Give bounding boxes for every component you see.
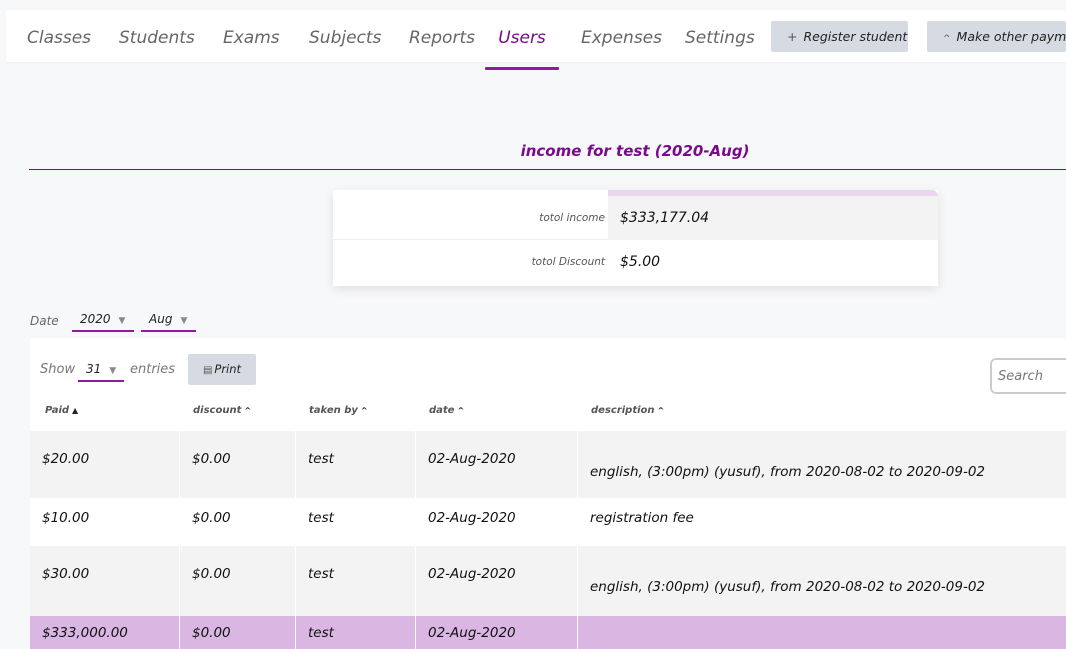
total-income-value: $333,177.04 [608,196,938,240]
caret-up-icon: ^ [943,34,951,44]
cell-text: $10.00 [42,510,90,526]
payments-table-card: Show 31▼ entries ▤Print Paid▲ discount^ … [30,338,1066,649]
register-student-button[interactable]: + Register student [771,21,908,52]
table-row[interactable]: $30.00 $0.00 test 02-Aug-2020 english, (… [30,546,1066,616]
cell-text: $0.00 [192,451,231,467]
cell-taken-by: test [296,498,416,546]
register-student-label: Register student [803,29,908,44]
entries-select[interactable]: 31 ▼ [78,358,124,382]
date-label: Date [30,314,59,328]
cell-description [578,616,1066,649]
column-header-label: discount [193,405,242,416]
entries-value: 31 [86,362,102,376]
plus-icon: + [787,29,798,44]
cell-text: test [308,566,334,582]
cell-taken-by: test [296,546,416,616]
cell-date: 02-Aug-2020 [416,546,578,616]
year-select[interactable]: 2020 ▼ [72,308,134,332]
total-income-row: totol income $333,177.04 [333,196,938,240]
tab-reports[interactable]: Reports [409,10,475,66]
page-title: income for test (2020-Aug) [520,142,750,160]
cell-description: english, (3:00pm) (yusuf), from 2020-08-… [578,431,1066,498]
search-input[interactable] [990,358,1066,394]
cell-text: registration fee [590,510,694,526]
cell-text: $0.00 [192,625,231,641]
printer-icon: ▤ [202,365,213,376]
table-row[interactable]: $20.00 $0.00 test 02-Aug-2020 english, (… [30,431,1066,498]
sort-up-icon: ^ [244,406,252,415]
chevron-down-icon: ▼ [109,366,117,376]
tab-classes[interactable]: Classes [27,10,91,66]
column-header-label: Paid [45,405,70,416]
tab-users[interactable]: Users [485,10,559,70]
tab-exams[interactable]: Exams [223,10,280,66]
sort-up-icon: ▲ [72,406,79,415]
cell-date: 02-Aug-2020 [416,431,578,498]
cell-text: test [308,510,334,526]
sort-up-icon: ^ [657,406,665,415]
sort-up-icon: ^ [457,406,465,415]
cell-taken-by: test [296,431,416,498]
table-row[interactable]: $10.00 $0.00 test 02-Aug-2020 registrati… [30,498,1066,546]
cell-discount: $0.00 [180,431,296,498]
cell-text: $30.00 [42,566,90,582]
cell-paid: $333,000.00 [30,616,180,649]
print-button[interactable]: ▤ Print [188,354,256,385]
tab-settings[interactable]: Settings [685,10,755,66]
year-value: 2020 [80,312,111,326]
cell-paid: $30.00 [30,546,180,616]
column-header-date[interactable]: date ^ [429,405,464,423]
top-navigation: Classes Students Exams Subjects Reports … [6,10,1066,70]
total-discount-row: totol Discount $5.00 [333,240,938,284]
column-header-taken-by[interactable]: taken by ^ [309,405,368,423]
cell-text: $0.00 [192,566,231,582]
cell-text: 02-Aug-2020 [428,566,516,582]
cell-discount: $0.00 [180,498,296,546]
tab-expenses[interactable]: Expenses [581,10,662,66]
cell-text: 02-Aug-2020 [428,510,516,526]
tab-students[interactable]: Students [119,10,195,66]
cell-description: english, (3:00pm) (yusuf), from 2020-08-… [578,546,1066,616]
cell-text: 02-Aug-2020 [428,451,516,467]
print-label: Print [214,362,242,376]
entries-label: entries [130,362,176,377]
column-header-paid[interactable]: Paid ▲ [45,405,78,423]
cell-date: 02-Aug-2020 [416,616,578,649]
make-other-payment-label: Make other payment [956,29,1066,44]
column-header-label: description [591,405,655,416]
chevron-down-icon: ▼ [118,316,126,326]
cell-text: english, (3:00pm) (yusuf), from 2020-08-… [590,579,986,595]
make-other-payment-button[interactable]: ^ Make other payment [927,21,1066,52]
total-discount-label: totol Discount [531,256,605,268]
cell-discount: $0.00 [180,616,296,649]
table-row-highlighted[interactable]: $333,000.00 $0.00 test 02-Aug-2020 [30,616,1066,649]
chevron-down-icon: ▼ [180,316,188,326]
title-divider [29,169,1066,170]
show-label: Show [40,362,76,377]
cell-text: test [308,625,334,641]
cell-text: $333,000.00 [42,625,128,641]
cell-date: 02-Aug-2020 [416,498,578,546]
cell-text: english, (3:00pm) (yusuf), from 2020-08-… [590,464,986,480]
cell-description: registration fee [578,498,1066,546]
cell-taken-by: test [296,616,416,649]
cell-text: $0.00 [192,510,231,526]
column-header-discount[interactable]: discount ^ [193,405,251,423]
column-header-label: taken by [309,405,358,416]
month-select[interactable]: Aug ▼ [141,308,196,332]
cell-text: test [308,451,334,467]
total-discount-value: $5.00 [620,254,661,270]
column-header-description[interactable]: description ^ [591,405,664,423]
tab-subjects[interactable]: Subjects [309,10,381,66]
total-income-label: totol income [539,212,605,224]
cell-discount: $0.00 [180,546,296,616]
sort-up-icon: ^ [360,406,368,415]
cell-paid: $10.00 [30,498,180,546]
month-value: Aug [149,312,173,326]
cell-paid: $20.00 [30,431,180,498]
cell-text: 02-Aug-2020 [428,625,516,641]
column-header-label: date [429,405,455,416]
cell-text: $20.00 [42,451,90,467]
